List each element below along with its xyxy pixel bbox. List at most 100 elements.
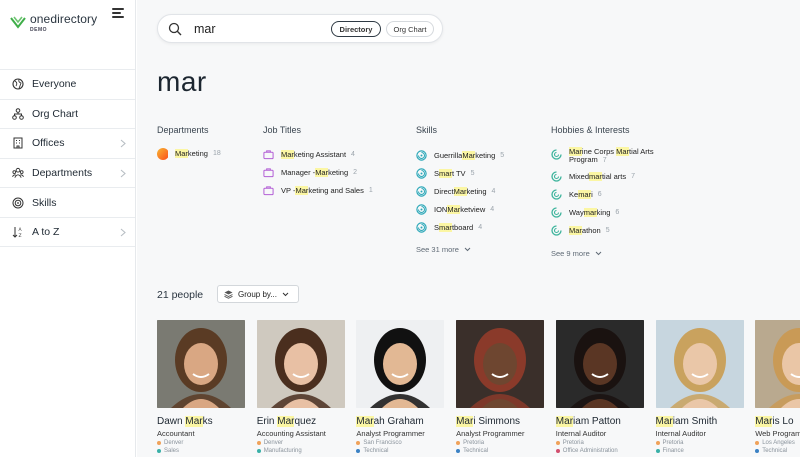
globe-icon bbox=[12, 78, 24, 90]
org-chart-toggle-button[interactable]: Org Chart bbox=[386, 21, 434, 37]
sidebar-item-org-chart[interactable]: Org Chart bbox=[0, 98, 135, 129]
sidebar-item-departments[interactable]: Departments bbox=[0, 157, 135, 188]
person-title: Web Program bbox=[755, 429, 800, 438]
department-dot-icon bbox=[256, 449, 261, 453]
person-card[interactable]: Mariam Patton Internal Auditor Pretoria Off… bbox=[555, 320, 644, 454]
person-card[interactable]: Maris Lo Web Program Los Angeles Technical bbox=[755, 320, 800, 454]
person-name[interactable]: Mariam Smith bbox=[655, 416, 744, 427]
result-suffix: tboard bbox=[451, 223, 474, 232]
hobby-result[interactable]: Marine Corps Martial Arts Program 7 bbox=[551, 147, 654, 165]
directory-toggle-button[interactable]: Directory bbox=[331, 21, 381, 37]
sidebar-item-label: Skills bbox=[32, 196, 57, 209]
hobby-result[interactable]: Mar athon 5 bbox=[551, 225, 610, 236]
department-dot-icon bbox=[157, 449, 161, 453]
result-suffix: tial Arts bbox=[629, 147, 654, 156]
person-photo[interactable] bbox=[755, 320, 800, 408]
result-count: 2 bbox=[353, 169, 358, 176]
person-office: Denver bbox=[256, 440, 345, 446]
person-photo[interactable] bbox=[157, 320, 245, 408]
person-name[interactable]: Mariam Patton bbox=[555, 416, 644, 427]
person-name[interactable]: Erin Marquez bbox=[257, 416, 345, 427]
sidebar-item-skills[interactable]: Skills bbox=[0, 187, 135, 217]
job-title-result[interactable]: Mar keting Assistant 4 bbox=[263, 149, 355, 160]
group-by-dropdown[interactable]: Group by... bbox=[217, 285, 299, 303]
result-count: 4 bbox=[478, 224, 483, 231]
person-office: Pretoria bbox=[456, 440, 544, 446]
result-count: 18 bbox=[212, 150, 221, 157]
skill-result[interactable]: Smar t TV 5 bbox=[416, 168, 474, 179]
office-pin-icon bbox=[555, 441, 560, 445]
name-match: Mar bbox=[356, 416, 374, 427]
person-office: Denver bbox=[157, 440, 245, 446]
result-count: 4 bbox=[491, 188, 496, 195]
person-photo[interactable] bbox=[655, 320, 744, 408]
svg-text:Z: Z bbox=[19, 233, 22, 238]
see-more-hobbies-link[interactable]: See 9 more bbox=[551, 249, 602, 258]
person-title: Accounting Assistant bbox=[256, 429, 326, 438]
hobby-result[interactable]: Way mar king 6 bbox=[551, 207, 619, 218]
result-count: 6 bbox=[615, 209, 620, 216]
departments-heading: Departments bbox=[157, 125, 209, 135]
brand-logo[interactable]: onedirectory DEMO bbox=[10, 12, 97, 33]
skill-result[interactable]: Smar tboard 4 bbox=[416, 222, 482, 233]
result-suffix: athon bbox=[581, 226, 601, 235]
sidebar-item-everyone[interactable]: Everyone bbox=[0, 69, 135, 99]
person-photo[interactable] bbox=[456, 320, 545, 408]
office-label: Denver bbox=[164, 440, 184, 446]
see-more-skills-link[interactable]: See 31 more bbox=[416, 245, 471, 254]
office-pin-icon bbox=[256, 441, 261, 445]
briefcase-icon bbox=[263, 185, 274, 196]
result-prefix: Ke bbox=[569, 190, 579, 199]
departments-icon bbox=[12, 167, 24, 179]
hamburger-menu-icon[interactable] bbox=[112, 8, 124, 18]
building-icon bbox=[12, 137, 24, 149]
skill-target-icon bbox=[416, 204, 427, 215]
person-card[interactable]: Dawn Marks Accountant Denver Sales bbox=[157, 320, 245, 454]
name-prefix: Dawn bbox=[157, 416, 186, 427]
department-result[interactable]: Mar keting 18 bbox=[157, 147, 221, 160]
person-card[interactable]: Mari Simmons Analyst Programmer Pretoria Te… bbox=[456, 320, 545, 454]
name-match: Mar bbox=[655, 416, 673, 427]
search-bar[interactable]: mar Directory Org Chart bbox=[157, 14, 443, 43]
person-card[interactable]: Marah Graham Analyst Programmer San Franci… bbox=[356, 320, 445, 454]
office-label: Pretoria bbox=[562, 440, 584, 446]
person-name[interactable]: Marah Graham bbox=[356, 416, 444, 427]
search-input[interactable]: mar bbox=[194, 22, 216, 36]
skill-result[interactable]: Direct Mar keting 4 bbox=[416, 186, 495, 197]
result-match: mar bbox=[439, 169, 452, 178]
person-name[interactable]: Dawn Marks bbox=[157, 416, 245, 427]
name-prefix: Erin bbox=[256, 416, 278, 427]
job-title-result[interactable]: Manager - Mar keting 2 bbox=[263, 167, 357, 178]
person-name[interactable]: Maris Lo bbox=[755, 416, 800, 427]
name-suffix: is Lo bbox=[772, 416, 794, 427]
target-icon bbox=[12, 197, 24, 209]
result-line2: Program bbox=[569, 155, 598, 164]
skill-result[interactable]: ION Mar ketview 4 bbox=[416, 204, 494, 215]
person-photo[interactable] bbox=[555, 320, 644, 408]
group-by-label: Group by... bbox=[238, 289, 277, 299]
hobby-result[interactable]: Ke mar i 6 bbox=[551, 189, 602, 200]
result-count: 1 bbox=[368, 187, 373, 194]
org-chart-icon bbox=[12, 108, 24, 120]
sidebar-item-offices[interactable]: Offices bbox=[0, 128, 135, 158]
skill-result[interactable]: Guerrilla Mar keting 5 bbox=[416, 150, 504, 161]
svg-text:A: A bbox=[19, 227, 23, 233]
person-name[interactable]: Mari Simmons bbox=[456, 416, 544, 427]
hobby-result[interactable]: Mixed mar tial arts 7 bbox=[551, 171, 635, 182]
person-photo[interactable] bbox=[256, 320, 345, 408]
sidebar-item-label: Org Chart bbox=[32, 107, 79, 120]
result-prefix: ION bbox=[434, 205, 448, 214]
sidebar-item-a-to-z[interactable]: AZ A to Z bbox=[0, 216, 135, 247]
chevron-down-icon bbox=[595, 251, 602, 256]
person-photo[interactable] bbox=[356, 320, 445, 408]
hobby-icon bbox=[551, 149, 562, 160]
result-match: Mar bbox=[462, 151, 476, 160]
department-label: Finance bbox=[662, 448, 684, 454]
person-card[interactable]: Mariam Smith Internal Auditor Pretoria Fina… bbox=[655, 320, 744, 454]
job-title-result[interactable]: VP - Mar keting and Sales 1 bbox=[263, 185, 373, 196]
result-suffix: t TV bbox=[451, 169, 466, 178]
result-suffix: i bbox=[591, 190, 593, 199]
person-card[interactable]: Erin Marquez Accounting Assistant Denver Ma… bbox=[256, 320, 345, 454]
result-match: Mar bbox=[175, 149, 188, 158]
hobby-icon bbox=[551, 225, 562, 236]
